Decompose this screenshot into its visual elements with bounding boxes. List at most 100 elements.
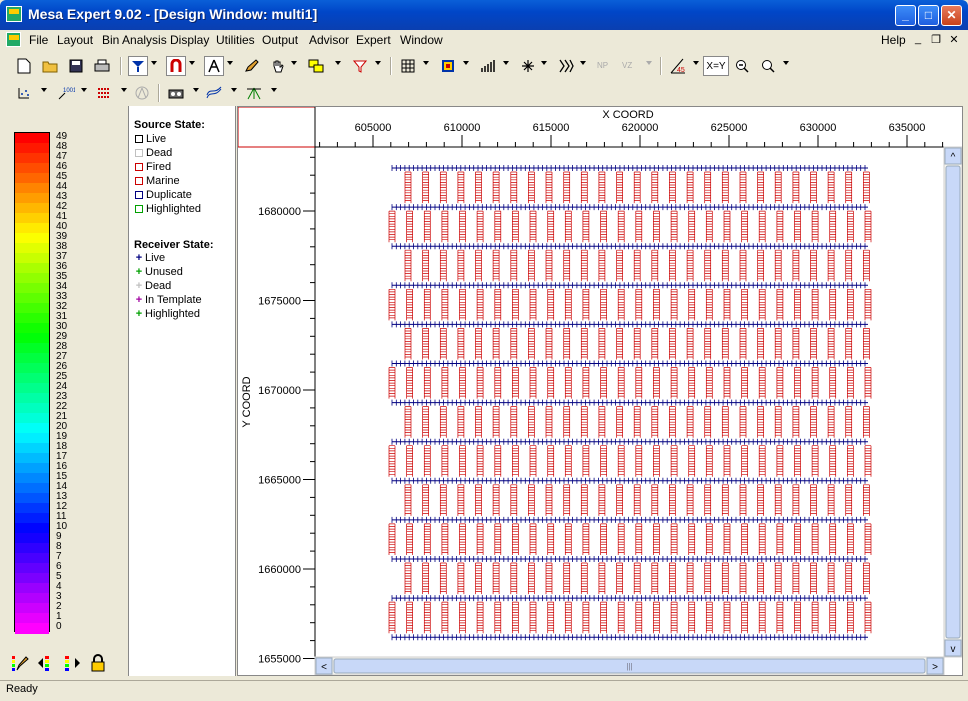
bin-icon[interactable] [438,56,458,76]
colorbar-segment [15,523,49,534]
ray-trace-dropdown[interactable] [271,88,277,92]
menu-output[interactable]: Output [262,33,298,47]
menu-help[interactable]: Help [881,33,906,47]
contour-icon[interactable] [204,83,224,103]
colorbar-segment [15,623,49,634]
plus-marker-icon: + [135,266,143,278]
histogram-dropdown[interactable] [503,61,509,65]
star-dropdown[interactable] [541,61,547,65]
rotate-dropdown[interactable] [693,61,699,65]
mdi-minimize-button[interactable]: _ [911,33,925,45]
new-file-icon[interactable] [14,56,34,76]
patch-dropdown[interactable] [121,88,127,92]
rotate-45-icon[interactable]: 45 [668,56,688,76]
source-tool-dropdown[interactable] [151,61,157,65]
menu-expert[interactable]: Expert [356,33,391,47]
plot-canvas[interactable]: 605000 610000 615000 620000 625000 630000 6350… [238,107,962,675]
lock-icon[interactable] [88,653,108,673]
source-line-group [404,328,870,360]
magnet-icon[interactable] [166,56,186,76]
pan-hand-icon[interactable] [268,56,288,76]
menu-utilities[interactable]: Utilities [216,33,255,47]
source-line-group [404,562,870,595]
contour-dropdown[interactable] [231,88,237,92]
save-icon[interactable] [66,56,86,76]
angle-icon[interactable] [132,83,152,103]
bin-dropdown[interactable] [463,61,469,65]
colorbar-segment [15,583,49,594]
colorbar-segment [15,393,49,404]
scatter-dropdown[interactable] [41,88,47,92]
vz-icon[interactable]: VZ [620,56,640,76]
patch-icon[interactable] [94,83,114,103]
palette-right-icon[interactable] [62,653,82,673]
template-dropdown[interactable] [335,61,341,65]
scatter-points-icon[interactable] [14,83,34,103]
scroll-up-arrow: ^ [951,152,956,163]
colorbar-segment [15,163,49,174]
zoom-dropdown[interactable] [783,61,789,65]
filter-dropdown[interactable] [375,61,381,65]
histogram-icon[interactable] [478,56,498,76]
menu-file[interactable]: File [29,33,48,47]
zoom-icon[interactable] [758,56,778,76]
receiver-tool-icon[interactable] [204,56,224,76]
print-icon[interactable] [92,56,112,76]
star-icon[interactable] [518,56,538,76]
camera-dropdown[interactable] [193,88,199,92]
mdi-restore-button[interactable]: ❐ [929,33,943,46]
legend-label: Highlighted [146,203,202,215]
legend-label: Live [146,133,167,145]
x-tick-label: 610000 [444,122,481,134]
palette-left-icon[interactable] [36,653,56,673]
colorbar-tools [10,653,120,673]
colorbar-segment [15,273,49,284]
colorbar-segment [15,343,49,354]
colorbar-segment [15,543,49,554]
receiver-tool-dropdown[interactable] [227,61,233,65]
magnet-dropdown[interactable] [189,61,195,65]
camera-icon[interactable] [166,83,186,103]
grid-dropdown[interactable] [423,61,429,65]
legend-row-marine: Marine [135,174,180,188]
window-title: Mesa Expert 9.02 - [Design Window: multi… [28,6,318,22]
scroll-down-arrow: v [951,644,956,655]
vz-dropdown[interactable] [646,61,652,65]
pan-dropdown[interactable] [291,61,297,65]
mdi-close-button[interactable]: ✕ [947,33,961,46]
numbering-icon[interactable]: 1001 [56,83,76,103]
menu-layout[interactable]: Layout [57,33,93,47]
edit-pencil-icon[interactable] [242,56,262,76]
open-folder-icon[interactable] [40,56,60,76]
numbering-dropdown[interactable] [81,88,87,92]
colorbar-segment [15,323,49,334]
template-icon[interactable] [306,56,326,76]
document-icon[interactable] [6,32,21,47]
wave-icon[interactable] [556,56,576,76]
menu-display[interactable]: Display [170,33,209,47]
source-tool-icon[interactable] [128,56,148,76]
toolbar-secondary: 1001 [0,80,968,106]
wave-dropdown[interactable] [580,61,586,65]
filter-icon[interactable] [350,56,370,76]
design-plot[interactable]: 605000 610000 615000 620000 625000 630000 6350… [237,106,963,676]
menu-bin-analysis[interactable]: Bin Analysis [102,33,167,47]
scroll-grip: ||| [626,662,632,671]
minimize-button[interactable]: _ [895,5,916,26]
menu-window[interactable]: Window [400,33,443,47]
ray-trace-icon[interactable] [244,83,264,103]
x-tick-label: 635000 [889,122,926,134]
maximize-button[interactable]: □ [918,5,939,26]
close-button[interactable]: ✕ [941,5,962,26]
app-icon[interactable] [6,6,22,22]
zoom-out-icon[interactable] [732,56,752,76]
np-icon[interactable]: NP [594,56,614,76]
plus-marker-icon: + [135,280,143,292]
colorbar-segment [15,193,49,204]
grid-icon[interactable] [398,56,418,76]
menu-advisor[interactable]: Advisor [309,33,349,47]
edit-palette-icon[interactable] [10,653,30,673]
status-text: Ready [6,683,38,695]
toolbar-separator [660,57,662,75]
equal-scale-button[interactable]: X=Y [703,56,729,76]
